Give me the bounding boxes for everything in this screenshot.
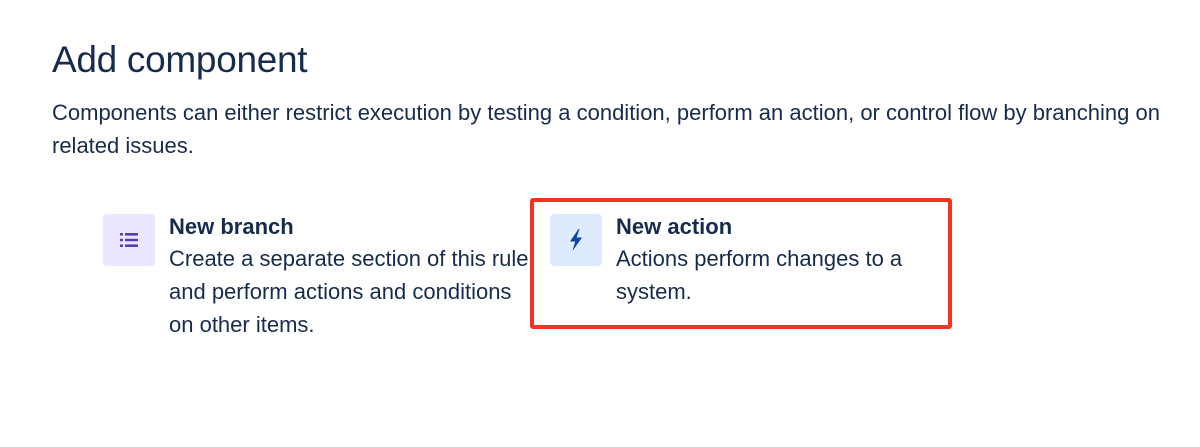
- branch-icon-tile: [103, 214, 155, 266]
- new-branch-description: Create a separate section of this rule a…: [169, 246, 529, 337]
- list-icon: [120, 233, 138, 247]
- page-title: Add component: [52, 39, 308, 80]
- highlight-box: [530, 198, 952, 329]
- new-branch-title: New branch: [169, 214, 294, 239]
- new-branch-text: New branch Create a separate section of …: [169, 212, 529, 341]
- page-description: Components can either restrict execution…: [52, 100, 1160, 158]
